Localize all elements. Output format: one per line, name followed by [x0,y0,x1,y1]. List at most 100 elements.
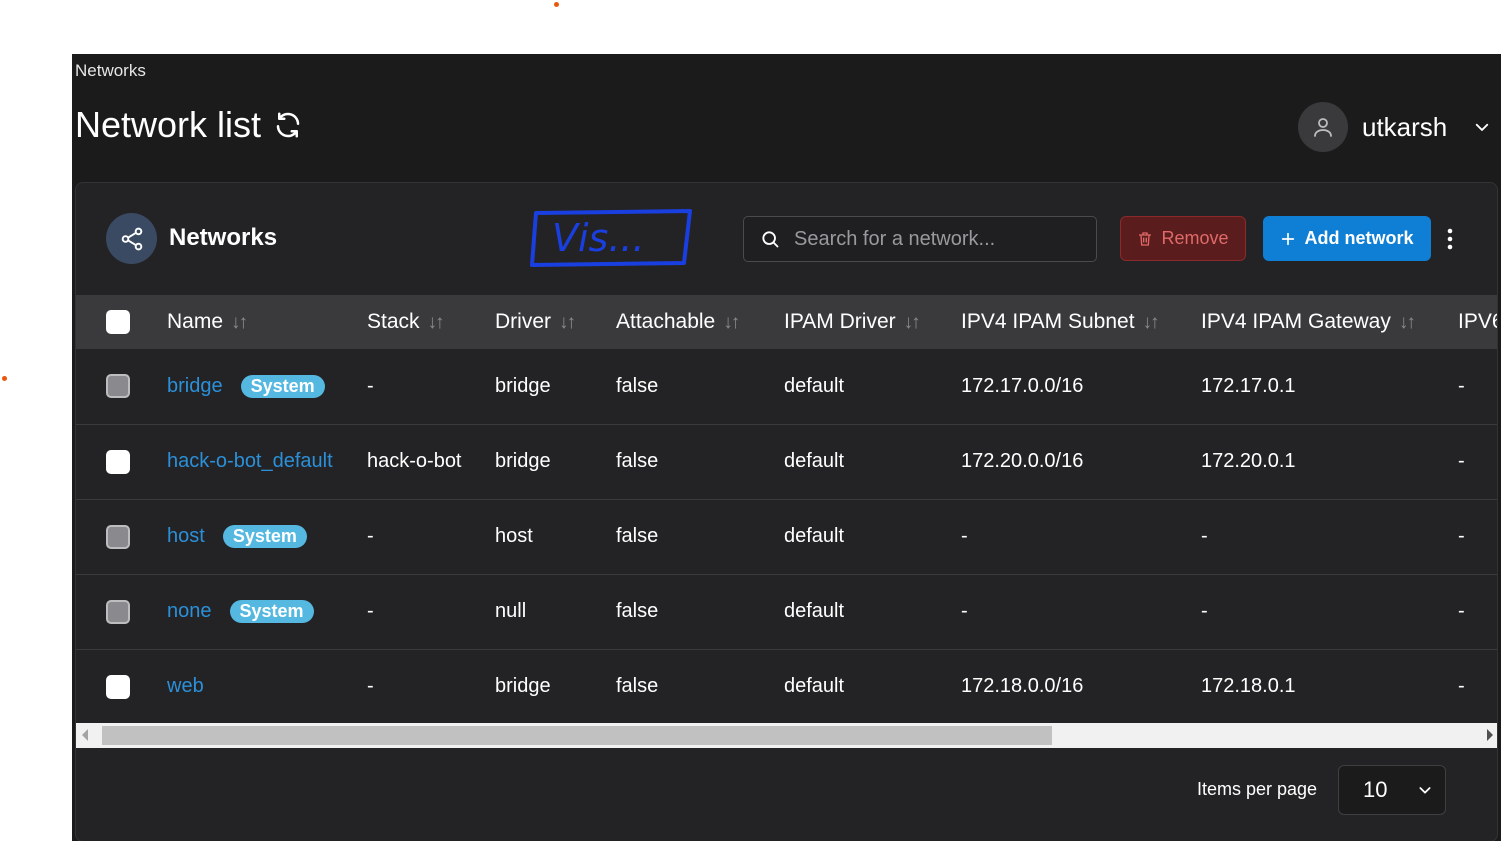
row-select-cell [76,649,167,723]
cell-ipv4-subnet: - [961,525,968,547]
network-name-link[interactable]: host [167,525,205,547]
row-select-cell [76,349,167,424]
table-row: none System - null false default - - - [76,574,1497,649]
items-per-page-select[interactable]: 10 [1338,765,1446,815]
cell-ipv6: - [1458,450,1465,472]
cell-stack: - [367,525,374,547]
breadcrumb: Networks [75,61,146,80]
panel-title: Networks [169,224,278,251]
items-per-page-label: Items per page [1197,779,1318,799]
cell-ipv6: - [1458,600,1465,622]
cell-name: bridge System [167,349,367,424]
cell-ipv6: - [1458,525,1465,547]
row-checkbox [106,599,130,624]
cell-ipv4-subnet: 172.18.0.0/16 [961,675,1084,698]
items-per-page-value: 10 [1363,777,1388,802]
sort-icon: ↓↑ [231,312,248,333]
chevron-down-icon [1417,782,1433,798]
cell-ipam-driver: default [784,450,845,472]
annotation-dot [2,376,7,381]
scrollbar-thumb[interactable] [102,726,1052,745]
table-row: bridge System - bridge false default 172.17.0.… [76,349,1497,424]
select-all-cell [76,295,167,349]
table-row: web - bridge false default 172.18.0.0/16 172.1… [76,649,1497,723]
cell-ipam-driver: default [784,374,845,397]
cell-name: web [167,649,367,723]
trash-icon [1139,231,1152,246]
cell-ipv4-subnet: - [961,600,968,622]
cell-driver: null [495,600,527,622]
network-name-link[interactable]: none [167,600,212,622]
remove-button[interactable]: Remove [1120,216,1246,261]
search-box[interactable] [743,216,1097,262]
column-header-ipv4-subnet[interactable]: IPV4 IPAM Subnet ↓↑ [961,295,1201,349]
table-row: host System - host false default - - - [76,499,1497,574]
cell-ipam-driver: default [784,525,845,547]
sort-icon: ↓↑ [723,312,740,333]
cell-ipv4-gateway: - [1201,525,1208,547]
column-header-attachable[interactable]: Attachable ↓↑ [616,295,784,349]
column-header-ipv4-gateway[interactable]: IPV4 IPAM Gateway ↓↑ [1201,295,1458,349]
annotation-scribble-text: Vis... [552,216,645,260]
page-title: Network list [75,104,303,146]
row-checkbox[interactable] [106,449,130,474]
search-icon [760,229,780,249]
table-header-row: Name ↓↑ Stack ↓↑ Driver ↓↑ Attachable ↓↑ IPA… [76,295,1497,349]
horizontal-scrollbar[interactable] [76,723,1497,748]
cell-name: host System [167,499,367,574]
table-footer: Items per page 10 [76,748,1497,841]
network-name-link[interactable]: web [167,675,204,697]
column-header-ipv6[interactable]: IPV6 [1458,295,1497,349]
cell-name: hack-o-bot_default [167,424,367,499]
annotation-scribble: Vis... [530,209,692,267]
column-header-driver[interactable]: Driver ↓↑ [495,295,616,349]
cell-ipam-driver: default [784,675,845,698]
networks-table-viewport: Name ↓↑ Stack ↓↑ Driver ↓↑ Attachable ↓↑ IPA… [76,295,1497,723]
cell-ipv4-gateway: 172.17.0.1 [1201,374,1296,397]
user-menu[interactable]: utkarsh [1298,101,1491,153]
avatar [1298,102,1348,152]
add-network-button[interactable]: Add network [1263,216,1431,261]
network-name-link[interactable]: bridge [167,375,223,397]
system-badge: System [229,600,314,624]
system-badge: System [240,374,325,398]
select-all-checkbox[interactable] [106,310,130,335]
row-checkbox [106,524,130,549]
network-name-link[interactable]: hack-o-bot_default [167,450,333,472]
column-header-stack[interactable]: Stack ↓↑ [367,295,495,349]
row-checkbox[interactable] [106,674,130,699]
row-select-cell [76,424,167,499]
cell-ipv6: - [1458,675,1465,698]
networks-panel: Networks Vis... Remove Add network [75,182,1498,841]
scroll-left-arrow-icon[interactable] [82,729,88,741]
scroll-right-arrow-icon[interactable] [1487,729,1493,741]
chevron-down-icon [1473,118,1491,136]
cell-driver: bridge [495,675,551,698]
cell-attachable: false [616,525,659,547]
row-select-cell [76,499,167,574]
sort-icon: ↓↑ [1398,312,1416,333]
search-input[interactable] [794,227,1084,251]
cell-ipv4-gateway: 172.18.0.1 [1201,675,1296,698]
cell-ipv4-gateway: - [1201,600,1208,622]
refresh-icon[interactable] [273,110,303,140]
networks-table: Name ↓↑ Stack ↓↑ Driver ↓↑ Attachable ↓↑ IPA… [76,295,1497,723]
table-row: hack-o-bot_default hack-o-bot bridge false d… [76,424,1497,499]
cell-ipv4-subnet: 172.20.0.0/16 [961,450,1084,472]
username: utkarsh [1362,111,1448,142]
column-header-name[interactable]: Name ↓↑ [167,295,367,349]
row-checkbox [106,374,130,399]
cell-name: none System [167,574,367,649]
network-icon-badge [106,213,157,264]
share-network-icon [121,227,142,250]
add-network-button-label: Add network [1304,228,1414,248]
cell-stack: - [367,675,374,698]
sort-icon: ↓↑ [1142,312,1160,333]
page-title-text: Network list [75,104,262,145]
cell-driver: bridge [495,374,551,397]
cell-stack: hack-o-bot [367,450,462,472]
user-icon [1314,118,1332,137]
more-options-icon[interactable] [1440,225,1460,253]
cell-attachable: false [616,450,659,472]
column-header-ipam-driver[interactable]: IPAM Driver ↓↑ [784,295,961,349]
